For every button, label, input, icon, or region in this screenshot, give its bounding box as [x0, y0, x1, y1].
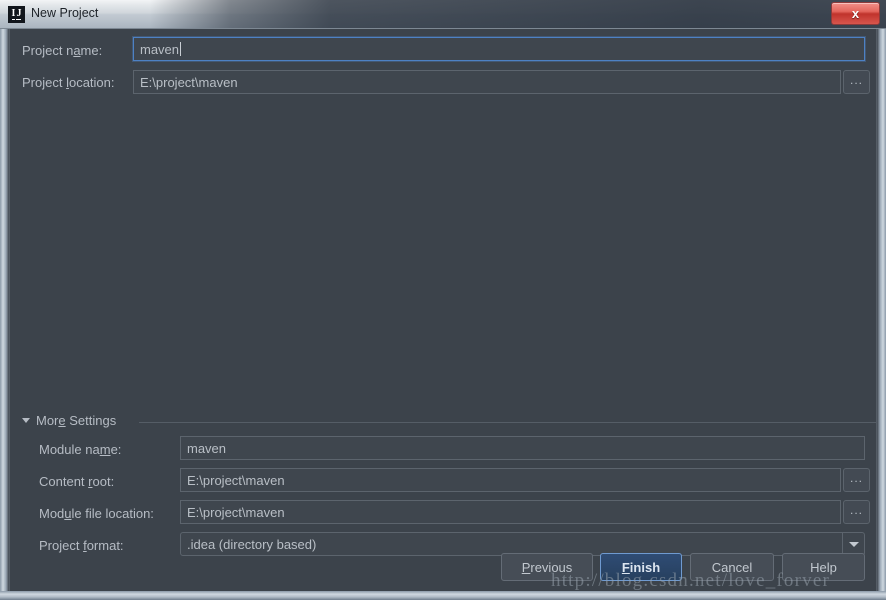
project-format-value: .idea (directory based) — [187, 536, 317, 552]
icon-letter-j: J — [16, 8, 22, 20]
project-name-label: Project name: — [22, 43, 103, 58]
project-location-value: E:\project\maven — [140, 74, 238, 90]
chevron-down-icon — [848, 541, 859, 547]
cancel-button-label: Cancel — [711, 559, 753, 575]
module-file-location-browse-button[interactable]: ... — [843, 500, 870, 524]
icon-letter-i: I — [11, 8, 16, 20]
chevron-down-icon[interactable] — [22, 418, 30, 423]
module-file-location-input[interactable]: E:\project\maven — [180, 500, 841, 524]
ellipsis-icon: ... — [849, 503, 863, 517]
section-divider — [139, 422, 876, 423]
module-name-label: Module name: — [39, 442, 122, 457]
ellipsis-icon: ... — [849, 471, 863, 485]
previous-button[interactable]: Previous — [501, 553, 593, 581]
new-project-dialog: IJ New Project x Project name: maven Pro… — [0, 0, 886, 600]
project-name-input[interactable]: maven — [133, 37, 865, 61]
ellipsis-icon: ... — [849, 73, 863, 87]
module-name-input[interactable]: maven — [180, 436, 865, 460]
dropdown-arrow-container[interactable] — [842, 533, 864, 555]
cancel-button[interactable]: Cancel — [690, 553, 774, 581]
help-button[interactable]: Help — [782, 553, 865, 581]
module-name-value: maven — [187, 440, 227, 456]
text-caret — [180, 42, 182, 56]
title-bar-gradient — [0, 0, 886, 28]
close-button[interactable]: x — [831, 2, 880, 25]
content-root-value: E:\project\maven — [187, 472, 285, 488]
more-settings-label: More Settings — [36, 413, 117, 428]
dialog-content: Project name: maven Project location: E:… — [10, 29, 876, 591]
content-root-label: Content root: — [39, 474, 115, 489]
title-bar[interactable]: IJ New Project x — [0, 0, 886, 29]
finish-button[interactable]: Finish — [600, 553, 682, 581]
module-file-location-value: E:\project\maven — [187, 504, 285, 520]
window-title: New Project — [31, 6, 99, 20]
project-format-label: Project format: — [39, 538, 124, 553]
project-location-browse-button[interactable]: ... — [843, 70, 870, 94]
module-file-location-label: Module file location: — [39, 506, 154, 521]
close-icon: x — [851, 6, 860, 21]
content-root-input[interactable]: E:\project\maven — [180, 468, 841, 492]
window-bottom-bevel — [0, 591, 886, 600]
more-settings-section-header[interactable]: More Settings — [22, 413, 876, 431]
content-root-browse-button[interactable]: ... — [843, 468, 870, 492]
project-name-value: maven — [140, 41, 180, 57]
previous-button-label: Previous — [521, 559, 573, 575]
finish-button-label: Finish — [621, 559, 661, 575]
intellij-idea-icon: IJ — [8, 6, 25, 23]
project-location-input[interactable]: E:\project\maven — [133, 70, 841, 94]
help-button-label: Help — [810, 559, 837, 575]
project-location-label: Project location: — [22, 75, 115, 90]
